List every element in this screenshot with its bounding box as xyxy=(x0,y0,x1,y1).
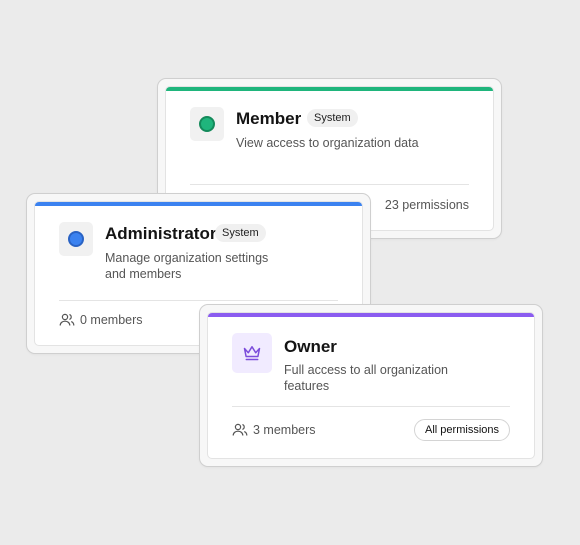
status-dot-blue-icon xyxy=(68,231,84,247)
role-card-owner-accent xyxy=(208,313,534,317)
role-title: Owner xyxy=(284,337,337,356)
system-badge: System xyxy=(215,224,266,242)
role-title: Member xyxy=(236,109,302,128)
status-dot-green-icon xyxy=(199,116,215,132)
members-count: 3 members xyxy=(232,423,316,437)
role-title: Administrator xyxy=(105,224,217,243)
system-badge: System xyxy=(307,109,358,127)
role-description: Full access to all organization features xyxy=(284,362,448,394)
members-count: 0 members xyxy=(59,313,143,327)
administrator-icon-tile xyxy=(59,222,93,256)
role-description-line: Full access to all organization xyxy=(284,363,448,377)
role-description-line: and members xyxy=(105,267,182,281)
role-card-administrator-accent xyxy=(35,202,362,206)
members-count-label: 0 members xyxy=(80,313,143,327)
role-card-divider xyxy=(232,406,510,407)
users-icon xyxy=(59,313,75,326)
role-card-divider xyxy=(59,300,338,301)
role-description-line: features xyxy=(284,379,330,393)
role-description-line: Manage organization settings xyxy=(105,251,269,265)
all-permissions-button[interactable]: All permissions xyxy=(414,419,510,441)
role-card-divider xyxy=(190,184,469,185)
owner-icon-tile xyxy=(232,333,272,373)
role-cards-stage: Member System View access to organizatio… xyxy=(0,0,580,545)
role-card-owner[interactable]: Owner Full access to all organization fe… xyxy=(199,304,543,467)
permissions-count: 23 permissions xyxy=(384,198,469,212)
members-count-label: 3 members xyxy=(253,423,316,437)
users-icon xyxy=(232,423,248,436)
crown-icon xyxy=(243,346,261,361)
role-description: Manage organization settings and members xyxy=(105,250,268,282)
role-description: View access to organization data xyxy=(236,136,419,150)
role-card-owner-body: Owner Full access to all organization fe… xyxy=(207,312,535,459)
role-card-member-accent xyxy=(166,87,493,91)
member-icon-tile xyxy=(190,107,224,141)
